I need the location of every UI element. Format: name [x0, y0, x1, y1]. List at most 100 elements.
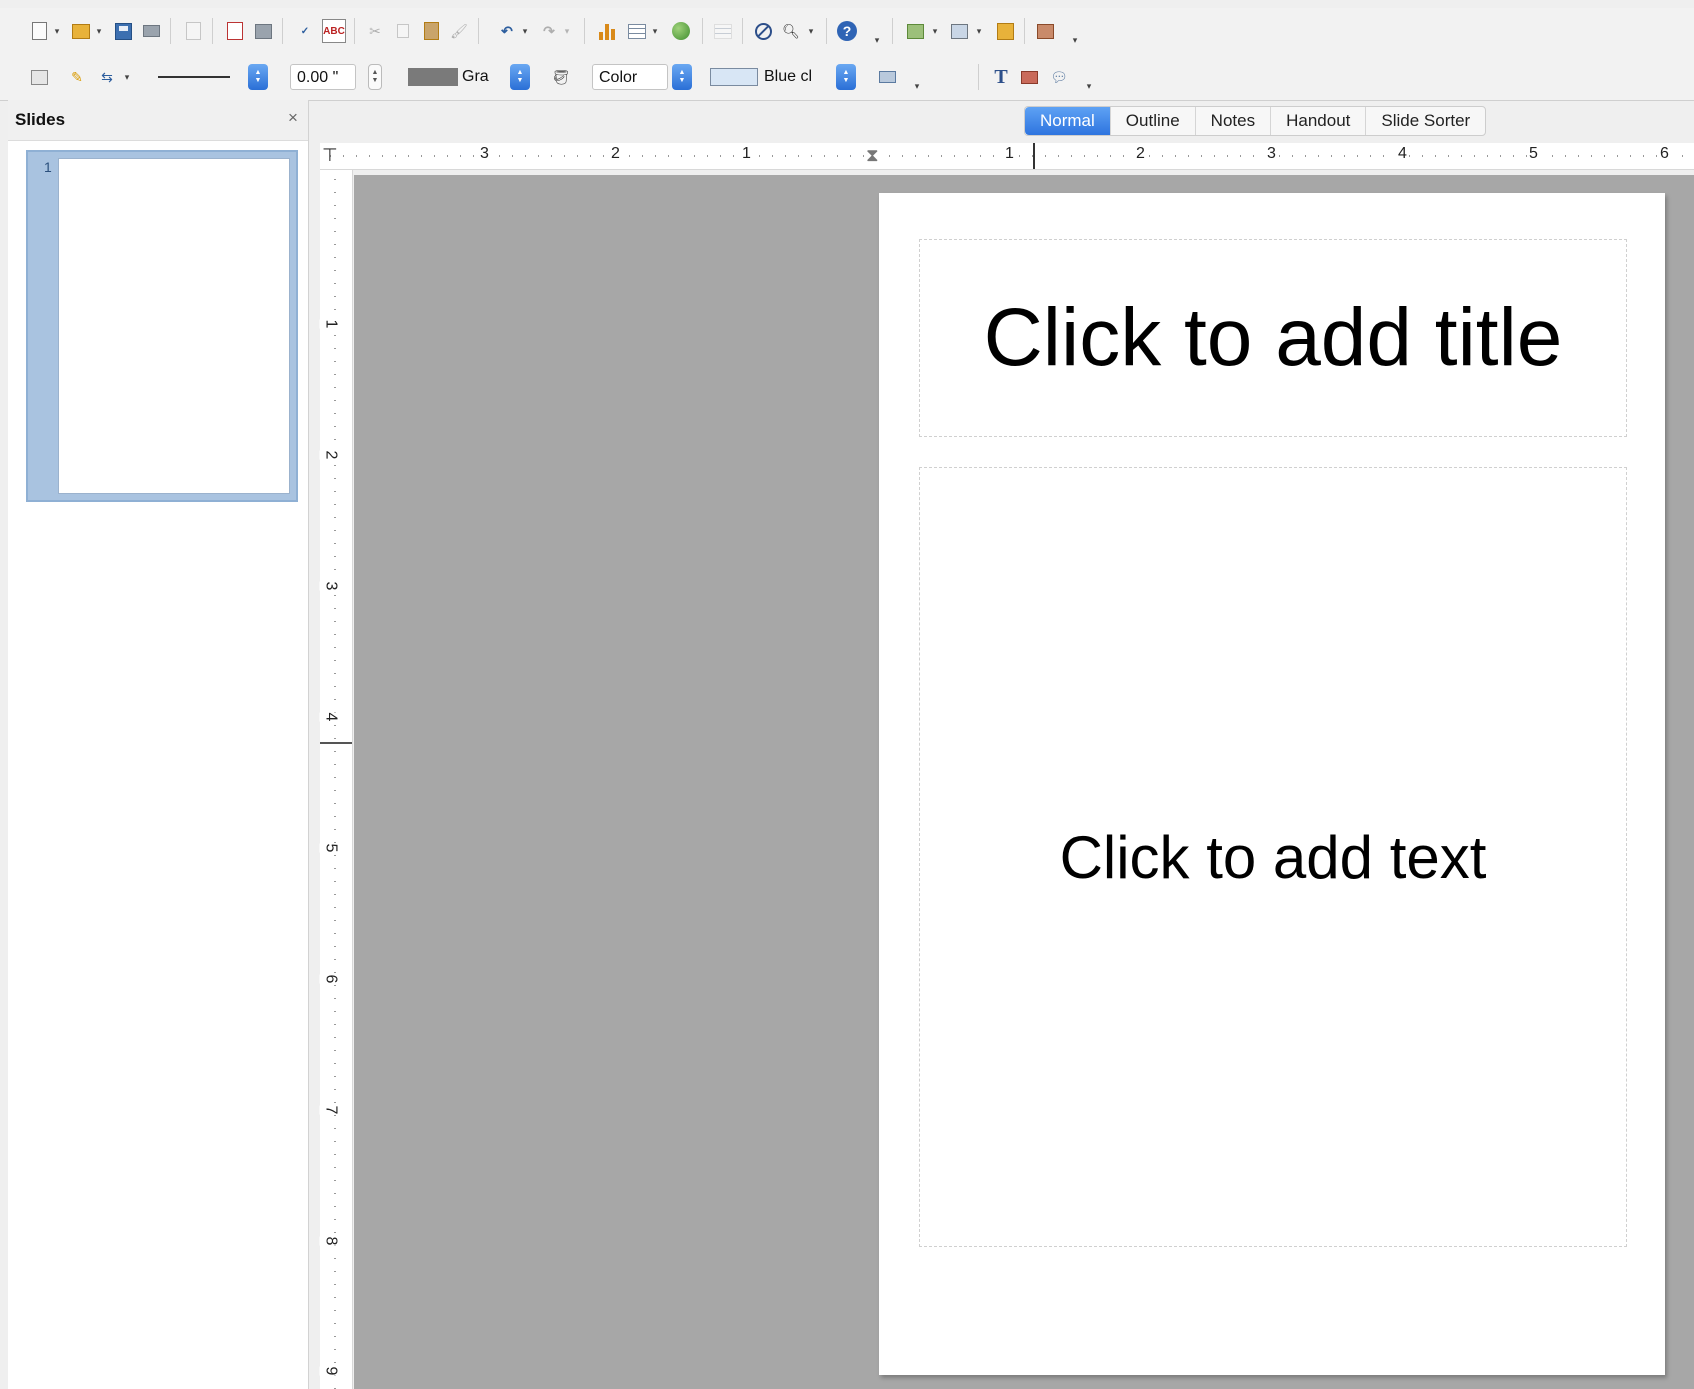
toolbar-separator: [354, 18, 355, 44]
line-pen-icon[interactable]: ✎: [66, 66, 88, 88]
zoom-dropdown-arrow[interactable]: ▾: [806, 20, 816, 42]
ruler-label: 2: [319, 450, 342, 460]
slide-design-icon[interactable]: [948, 20, 970, 42]
area-fill-select[interactable]: Blue cl: [706, 64, 830, 90]
autospellcheck-icon[interactable]: ABC: [322, 19, 346, 43]
toolbar-separator: [742, 18, 743, 44]
insert-chart-icon[interactable]: [596, 20, 618, 42]
ruler-label: 5: [1527, 145, 1540, 163]
impress-window: ▾ ▾ ✓ ABC ✂ 🖌 ↶ ▾ ↷ ▾ ▾ 🔍︎ ▾ ? ▾ ▾ ▾ ▾ ✎…: [0, 0, 1694, 1389]
toolbar-separator: [826, 18, 827, 44]
ruler-label: 8: [319, 1236, 342, 1246]
fill-bucket-icon[interactable]: 🪣︎: [550, 66, 572, 88]
arrow-style-dropdown-arrow[interactable]: ▾: [122, 66, 132, 88]
slideshow-icon[interactable]: [1034, 20, 1056, 42]
arrow-style-icon[interactable]: ⇆: [96, 66, 118, 88]
tab-normal[interactable]: Normal: [1025, 107, 1111, 135]
new-dropdown-arrow[interactable]: ▾: [52, 20, 62, 42]
title-placeholder-text: Click to add title: [983, 292, 1563, 383]
print-icon[interactable]: [252, 20, 274, 42]
hyperlink-globe-icon[interactable]: [670, 20, 692, 42]
line-style-dialog-icon[interactable]: [28, 66, 50, 88]
toolbar-overflow-icon[interactable]: ▾: [1084, 75, 1094, 97]
body-placeholder[interactable]: Click to add text: [919, 467, 1627, 1247]
open-folder-icon[interactable]: [70, 20, 92, 42]
line-style-sample: [158, 76, 230, 78]
line-width-stepper[interactable]: ▲ ▼: [368, 64, 382, 90]
clone-formatting-icon[interactable]: 🖌: [448, 20, 470, 42]
slide-layout-dropdown-arrow[interactable]: ▾: [930, 20, 940, 42]
undo-icon[interactable]: ↶: [496, 20, 518, 42]
tab-notes[interactable]: Notes: [1196, 107, 1272, 135]
line-and-filling-toolbar: ✎ ⇆ ▾ ▲ ▼ 0.00 " ▲ ▼ Gra ▲ ▼ 🪣︎ Color ▲ ▼ Bl…: [0, 54, 1694, 101]
help-icon[interactable]: ?: [836, 20, 858, 42]
shadow-icon[interactable]: [876, 66, 898, 88]
toolbar-overflow-icon[interactable]: ▾: [872, 29, 882, 51]
body-placeholder-text: Click to add text: [1059, 823, 1487, 891]
slide-design-dropdown-arrow[interactable]: ▾: [974, 20, 984, 42]
ruler-label: 1: [1003, 145, 1016, 163]
undo-dropdown-arrow[interactable]: ▾: [520, 20, 530, 42]
insert-table-icon[interactable]: [626, 20, 648, 42]
new-slide-icon[interactable]: [994, 20, 1016, 42]
display-grid-icon[interactable]: [712, 20, 734, 42]
draw-functions-icon[interactable]: [752, 20, 774, 42]
line-width-field[interactable]: 0.00 ": [290, 64, 356, 90]
fontwork-icon[interactable]: [1018, 66, 1040, 88]
copy-icon[interactable]: [392, 20, 414, 42]
text-tool-icon[interactable]: T: [990, 66, 1012, 88]
toolbar-separator: [584, 18, 585, 44]
toolbar-overflow-icon[interactable]: ▾: [1070, 29, 1080, 51]
slide-workspace: Click to add title Click to add text: [354, 175, 1694, 1389]
slide-page[interactable]: Click to add title Click to add text: [879, 193, 1665, 1375]
slide-layout-icon[interactable]: [904, 20, 926, 42]
toolbar-overflow-icon[interactable]: ▾: [912, 75, 922, 97]
slide-thumbnail[interactable]: 1: [26, 150, 298, 502]
toolbar-separator: [478, 18, 479, 44]
toolbar-separator: [282, 18, 283, 44]
ruler-label: 7: [319, 1105, 342, 1115]
callout-icon[interactable]: 💬︎: [1048, 66, 1070, 88]
toolbar-separator: [170, 18, 171, 44]
title-placeholder[interactable]: Click to add title: [919, 239, 1627, 437]
edit-file-icon[interactable]: [182, 20, 204, 42]
ruler-label: 1: [319, 319, 342, 329]
horizontal-ruler[interactable]: 3 2 1 ⧗ 1 2 3 4 5 6: [320, 143, 1694, 170]
ruler-label: 6: [319, 974, 342, 984]
redo-icon[interactable]: ↷: [538, 20, 560, 42]
send-email-icon[interactable]: [140, 20, 162, 42]
open-dropdown-arrow[interactable]: ▾: [94, 20, 104, 42]
indent-marker-icon[interactable]: ⧗: [866, 145, 879, 166]
view-tabs: Normal Outline Notes Handout Slide Sorte…: [1024, 106, 1487, 136]
toolbar-separator: [1024, 18, 1025, 44]
line-color-select[interactable]: Gra: [404, 64, 496, 90]
close-icon[interactable]: ×: [288, 108, 298, 128]
save-icon[interactable]: [112, 20, 134, 42]
export-pdf-icon[interactable]: [224, 20, 246, 42]
ruler-label: 3: [1265, 145, 1278, 163]
ruler-cursor-line: [1033, 143, 1035, 169]
tab-stop-icon[interactable]: ⊤: [322, 145, 340, 165]
toolbar-separator: [892, 18, 893, 44]
redo-dropdown-arrow[interactable]: ▾: [562, 20, 572, 42]
table-dropdown-arrow[interactable]: ▾: [650, 20, 660, 42]
line-style-dropdown-button[interactable]: ▲ ▼: [248, 64, 268, 90]
area-style-select[interactable]: Color: [592, 64, 668, 90]
line-color-dropdown-button[interactable]: ▲ ▼: [510, 64, 530, 90]
cut-icon[interactable]: ✂: [364, 20, 386, 42]
ruler-label: 5: [319, 843, 342, 853]
tab-handout[interactable]: Handout: [1271, 107, 1367, 135]
ruler-label: 6: [1658, 145, 1671, 163]
vertical-ruler[interactable]: 1 2 3 4 5 6 7 8 9: [319, 170, 353, 1389]
spellcheck-icon[interactable]: ✓: [294, 20, 316, 42]
area-style-dropdown-button[interactable]: ▲ ▼: [672, 64, 692, 90]
paste-icon[interactable]: [420, 20, 442, 42]
line-color-swatch: [408, 68, 458, 86]
tab-outline[interactable]: Outline: [1111, 107, 1196, 135]
line-style-select[interactable]: [154, 64, 234, 90]
area-fill-dropdown-button[interactable]: ▲ ▼: [836, 64, 856, 90]
new-document-icon[interactable]: [28, 20, 50, 42]
zoom-icon[interactable]: 🔍︎: [780, 20, 802, 42]
toolbar-separator: [212, 18, 213, 44]
tab-slide-sorter[interactable]: Slide Sorter: [1366, 107, 1485, 135]
